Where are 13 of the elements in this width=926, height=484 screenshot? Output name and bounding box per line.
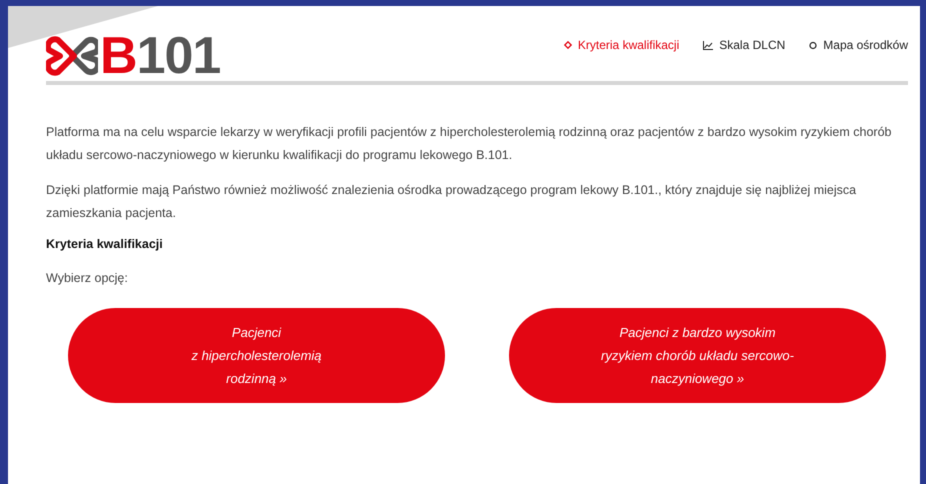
chart-icon xyxy=(703,40,714,50)
diamond-icon xyxy=(564,41,572,49)
prompt-text: Wybierz opcję: xyxy=(46,270,129,287)
nav-link[interactable]: Kryteria kwalifikacji xyxy=(564,38,680,52)
intro-paragraph: Platforma ma na celu wsparcie lekarzy w weryfikacji profili pacjentów z hipercholesterolemią rodzinną oraz pacjentów z bardzo wysokim ryzykiem chorób układu sercowo-naczyniowego w kierunku kwalifikacji do programu lekowego B.101. xyxy=(46,124,892,164)
nav-link[interactable]: Skala DLCN xyxy=(703,38,786,52)
option-button[interactable]: Pacjenci z bardzo wysokim ryzykiem chorób układu sercowo- naczyniowego » xyxy=(509,308,886,403)
intro-paragraph: Dzięki platformie mają Państwo również możliwość znalezienia ośrodka prowadzącego program lekowy B.101., który znajduje się najbliżej miejsca zamieszkania pacjenta. xyxy=(46,182,858,222)
option-button[interactable]: Pacjenci z hipercholesterolemią rodzinną » xyxy=(68,308,445,403)
logo-text: B101 xyxy=(100,32,220,80)
nav-link[interactable]: Mapa ośrodków xyxy=(809,38,908,52)
section-heading: Kryteria kwalifikacji xyxy=(46,237,164,251)
pin-icon xyxy=(809,40,818,50)
